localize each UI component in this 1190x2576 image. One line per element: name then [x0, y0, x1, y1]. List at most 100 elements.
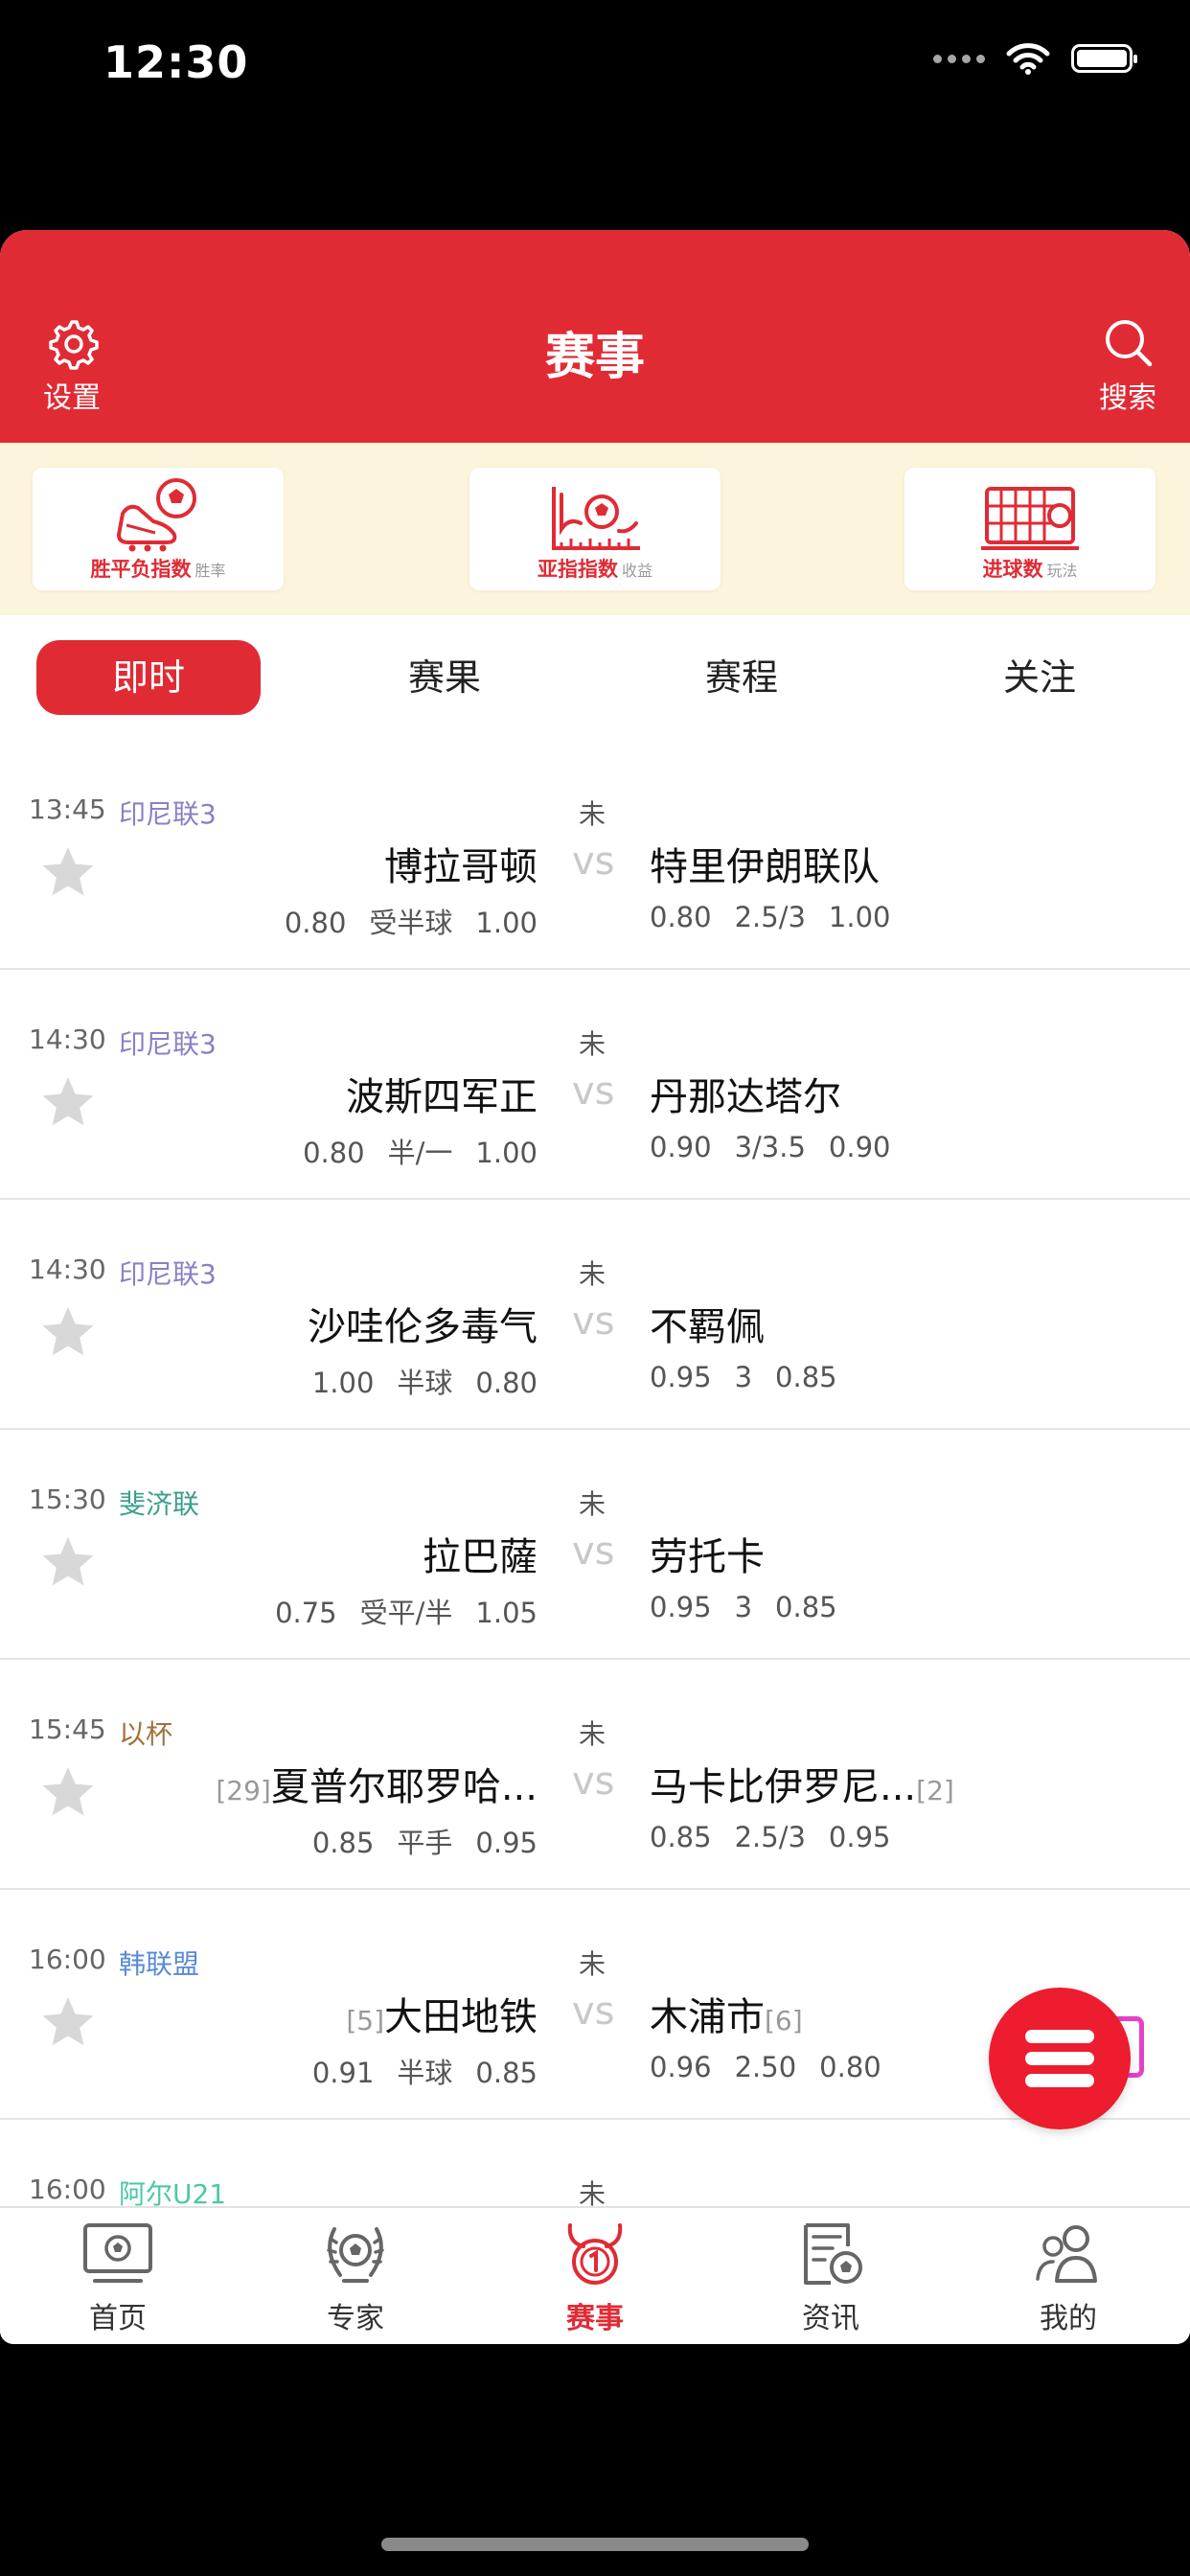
home-odds: 0.91 半球 0.85 — [312, 2051, 538, 2091]
star-icon[interactable] — [38, 1993, 98, 2053]
wifi-icon — [1006, 43, 1050, 75]
odds-value: 0.85 — [775, 1591, 837, 1623]
tab-live[interactable]: 即时 — [36, 640, 261, 715]
odds-handicap: 半球 — [397, 1367, 453, 1399]
odds-value: 0.90 — [650, 1131, 712, 1163]
home-odds: 0.80 半/一 1.00 — [303, 1131, 538, 1171]
status-icons — [933, 42, 1137, 75]
horned-1-icon — [567, 2223, 623, 2285]
star-icon[interactable] — [38, 1533, 98, 1593]
league-name[interactable]: 韩联盟 — [119, 1944, 199, 1982]
league-name[interactable]: 印尼联3 — [119, 794, 217, 832]
away-odds: 0.95 3 0.85 — [650, 1361, 837, 1393]
home-odds: 0.75 受平/半 1.05 — [275, 1591, 538, 1631]
page-title: 赛事 — [544, 329, 645, 386]
league-name[interactable]: 以杯 — [119, 1714, 172, 1752]
tabbar-experts[interactable]: 专家 — [284, 2220, 427, 2336]
home-odds: 1.00 半球 0.80 — [312, 1361, 538, 1401]
league-name[interactable]: 印尼联3 — [119, 1254, 217, 1292]
odds-handicap: 半/一 — [387, 1137, 453, 1169]
home-indicator[interactable] — [381, 2538, 809, 2551]
match-row[interactable]: 15:30 斐济联 未拉巴薩 vs 劳托卡 0.75 受平/半 1.05 0.95 3 0.85 — [0, 1430, 1190, 1660]
odds-handicap: 受平/半 — [359, 1597, 453, 1629]
odds-value: 0.91 — [311, 2057, 375, 2089]
odds-line: 2.5/3 — [734, 1821, 806, 1853]
vs-label: vs — [572, 1760, 615, 1804]
away-team: 木浦市[6] — [650, 1986, 803, 2041]
search-button[interactable]: 搜索 — [1075, 314, 1180, 416]
app-window: 设置 赛事 搜索 胜平负指数 胜率 亚指指数 收益 进球数 玩法 即时 赛果 赛… — [0, 230, 1190, 2344]
odds-line: 3 — [734, 1591, 753, 1623]
tab-results[interactable]: 赛果 — [332, 640, 557, 715]
vs-label: vs — [572, 1300, 615, 1344]
tabbar-matches[interactable]: 赛事 — [523, 2220, 667, 2336]
match-row[interactable]: 16:00阿尔U21未vs — [0, 2120, 1190, 2206]
star-icon[interactable] — [38, 1763, 98, 1823]
menu-line — [1025, 2030, 1094, 2043]
home-team-name: 拉巴薩 — [423, 1535, 538, 1579]
match-time: 14:30 — [29, 1254, 106, 1285]
tabbar-me[interactable]: 我的 — [996, 2220, 1140, 2336]
league-name[interactable]: 印尼联3 — [119, 1024, 217, 1062]
away-team-name: 不羁佩 — [650, 1305, 765, 1349]
menu-fab-button[interactable] — [989, 1988, 1131, 2129]
vs-label: vs — [572, 840, 615, 884]
filter-tabs: 即时 赛果 赛程 关注 — [0, 615, 1190, 740]
match-row[interactable]: 15:45 以杯 未 [29]夏普尔耶罗哈... vs 马卡比伊罗尼...[2] 0.85 平… — [0, 1660, 1190, 1890]
odds-handicap: 半球 — [397, 2057, 453, 2089]
boot-ball-icon — [117, 478, 196, 552]
odds-value: 0.85 — [650, 1821, 712, 1853]
home-team: [29]夏普尔耶罗哈... — [216, 1756, 538, 1811]
tabbar-label: 赛事 — [566, 2302, 624, 2335]
away-odds: 0.85 2.5/3 0.95 — [650, 1821, 891, 1853]
away-rank: [2] — [916, 1775, 954, 1806]
away-team-name: 丹那达塔尔 — [650, 1075, 841, 1119]
promo-win-draw-loss[interactable]: 胜平负指数 胜率 — [33, 468, 284, 590]
match-time: 16:00 — [29, 2174, 106, 2205]
away-rank: [6] — [765, 2005, 803, 2036]
match-time: 14:30 — [29, 1024, 106, 1055]
tabbar-news[interactable]: 资讯 — [759, 2220, 903, 2336]
match-row[interactable]: 13:45 印尼联3 未博拉哥顿 vs 特里伊朗联队 0.80 受半球 1.00 0.80 2.5… — [0, 740, 1190, 970]
odds-value: 0.80 — [819, 2051, 881, 2083]
match-status: 未 — [579, 1718, 606, 1750]
match-row[interactable]: 14:30 印尼联3 未波斯四军正 vs 丹那达塔尔 0.80 半/一 1.00 0.90 3/3… — [0, 970, 1190, 1200]
odds-value: 0.95 — [828, 1821, 891, 1853]
away-team: 马卡比伊罗尼...[2] — [650, 1756, 954, 1811]
signal-icon — [933, 54, 985, 63]
odds-handicap: 平手 — [397, 1827, 453, 1859]
ruler-ball-icon — [552, 487, 640, 550]
odds-line: 2.5/3 — [734, 901, 806, 933]
battery-icon — [1071, 44, 1137, 73]
odds-value: 0.80 — [650, 901, 712, 933]
odds-value: 0.75 — [275, 1597, 337, 1629]
promo-goals[interactable]: 进球数 玩法 — [904, 468, 1156, 590]
vs-label: vs — [572, 1070, 615, 1114]
tab-following[interactable]: 关注 — [927, 640, 1152, 715]
star-icon[interactable] — [38, 1303, 98, 1363]
tab-schedule[interactable]: 赛程 — [629, 640, 854, 715]
match-row[interactable]: 14:30 印尼联3 未沙哇伦多毒气 vs 不羁佩 1.00 半球 0.80 0.95 3 0.85 — [0, 1200, 1190, 1430]
match-list[interactable]: 13:45 印尼联3 未博拉哥顿 vs 特里伊朗联队 0.80 受半球 1.00 0.80 2.5… — [0, 740, 1190, 2206]
odds-value: 0.80 — [303, 1137, 365, 1169]
people-icon — [1036, 2225, 1097, 2283]
odds-value: 0.85 — [475, 2057, 538, 2089]
match-status: 未 — [579, 1488, 606, 1520]
league-name[interactable]: 阿尔U21 — [119, 2174, 226, 2206]
tabbar-home[interactable]: 首页 — [46, 2220, 190, 2336]
league-name[interactable]: 斐济联 — [119, 1484, 199, 1522]
odds-line: 3/3.5 — [734, 1131, 806, 1163]
star-icon[interactable] — [38, 1073, 98, 1133]
odds-value: 1.05 — [475, 1597, 538, 1629]
status-time: 12:30 — [103, 36, 249, 88]
home-team: 波斯四军正 — [346, 1066, 538, 1121]
promo-asian-handicap[interactable]: 亚指指数 收益 — [469, 468, 721, 590]
away-team: 劳托卡 — [650, 1526, 765, 1581]
status-bar: 12:30 — [0, 0, 1190, 230]
promo-sub: 胜率 — [195, 562, 226, 580]
home-team: 拉巴薩 — [423, 1526, 538, 1581]
away-team: 特里伊朗联队 — [650, 836, 880, 891]
away-odds: 0.95 3 0.85 — [650, 1591, 837, 1623]
star-icon[interactable] — [38, 843, 98, 903]
away-team-name: 劳托卡 — [650, 1535, 765, 1579]
